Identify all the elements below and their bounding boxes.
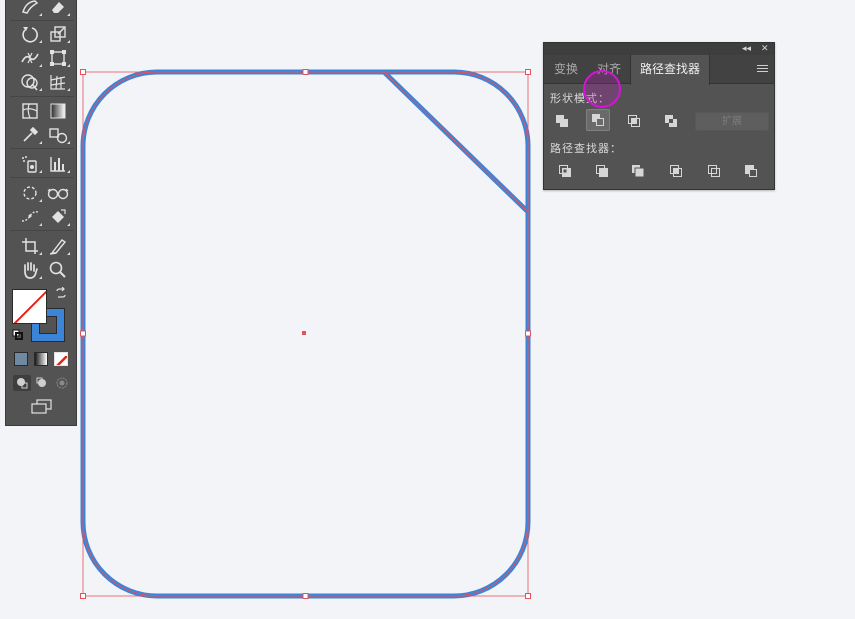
- unite-icon: [556, 115, 568, 127]
- pathfinders-label: 路径查找器：: [550, 142, 622, 155]
- tab-pathfinder[interactable]: 路径查找器: [630, 55, 711, 85]
- minus-front-button[interactable]: [586, 109, 610, 131]
- minus-back-icon: [745, 165, 757, 177]
- handle-top-center[interactable]: [302, 69, 309, 75]
- minus-back-button[interactable]: [739, 160, 763, 182]
- merge-button[interactable]: [626, 160, 650, 182]
- handle-bottom-left[interactable]: [80, 593, 86, 599]
- handle-top-left[interactable]: [80, 69, 86, 75]
- panel-tab-bar: 变换 对齐 路径查找器: [544, 55, 774, 85]
- expand-button[interactable]: 扩展: [695, 112, 769, 131]
- divide-button[interactable]: [553, 160, 577, 182]
- divide-icon: [559, 165, 571, 177]
- trim-button[interactable]: [590, 160, 614, 182]
- tab-transform-label: 变换: [554, 62, 579, 76]
- crop-icon: [670, 165, 682, 177]
- intersect-button[interactable]: [622, 110, 646, 132]
- intersect-icon: [628, 115, 640, 127]
- handle-top-right[interactable]: [525, 69, 531, 75]
- cursor-click-highlight: [583, 70, 621, 108]
- minus-front-icon: [592, 114, 604, 126]
- exclude-icon: [665, 115, 677, 127]
- handle-bottom-right[interactable]: [525, 593, 531, 599]
- merge-icon: [632, 165, 645, 178]
- handle-bottom-center[interactable]: [302, 593, 309, 599]
- tab-pathfinder-label: 路径查找器: [640, 62, 701, 76]
- handle-middle-right[interactable]: [525, 330, 531, 337]
- panel-titlebar[interactable]: ◂◂ ✕: [544, 43, 774, 55]
- fill-swatch[interactable]: [12, 289, 47, 324]
- exclude-button[interactable]: [659, 110, 683, 132]
- handle-middle-left[interactable]: [80, 330, 86, 337]
- collapse-panel-button[interactable]: ◂◂: [742, 43, 751, 55]
- panel-menu-icon[interactable]: [757, 65, 768, 74]
- trim-icon: [596, 165, 608, 177]
- tab-transform[interactable]: 变换: [554, 55, 578, 84]
- crop-button[interactable]: [664, 160, 688, 182]
- close-panel-button[interactable]: ✕: [761, 43, 769, 55]
- outline-button[interactable]: [702, 160, 726, 182]
- outline-icon: [708, 165, 720, 177]
- pathfinder-panel: ◂◂ ✕ 变换 对齐 路径查找器 形状模式： 扩展 路径查找器：: [543, 42, 775, 190]
- none-fill-icon: [13, 290, 46, 323]
- center-point: [302, 331, 306, 335]
- unite-button[interactable]: [550, 110, 574, 132]
